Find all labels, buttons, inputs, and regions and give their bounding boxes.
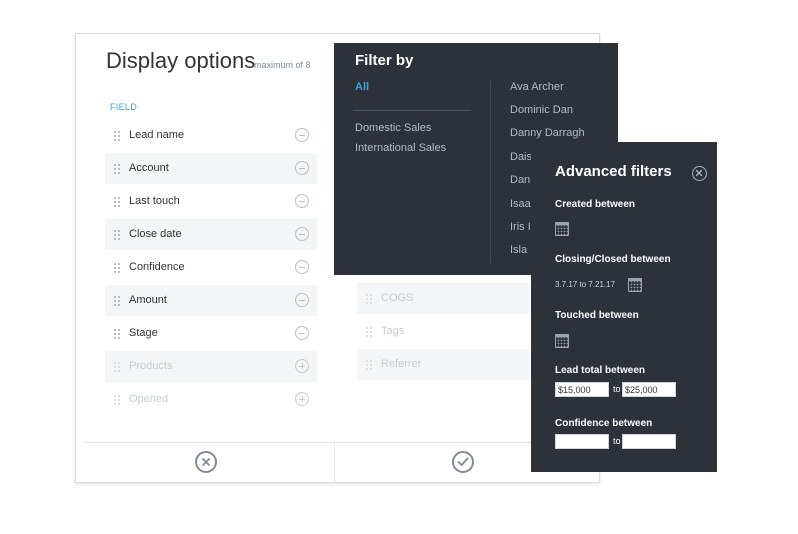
filter-option-all[interactable]: All (355, 81, 369, 93)
field-label: Stage (129, 327, 158, 339)
field-row-account[interactable]: Account (105, 153, 317, 184)
field-row-close-date[interactable]: Close date (105, 219, 317, 250)
field-label: Last touch (129, 195, 180, 207)
remove-icon[interactable] (295, 194, 309, 208)
filter-person[interactable]: Dais (510, 151, 532, 163)
panel-subtitle: maximum of 8 (254, 60, 311, 70)
field-label: Close date (129, 228, 182, 240)
cancel-button[interactable] (195, 451, 217, 473)
filter-person[interactable]: Danny Darragh (510, 127, 585, 139)
field-row-confidence[interactable]: Confidence (105, 252, 317, 283)
drag-handle-icon[interactable] (113, 229, 121, 241)
drag-handle-icon[interactable] (113, 328, 121, 340)
drag-handle-icon[interactable] (365, 293, 373, 305)
drag-handle-icon[interactable] (113, 196, 121, 208)
advanced-filters-panel: Advanced filters Created between Closing… (531, 142, 717, 472)
drag-handle-icon[interactable] (365, 326, 373, 338)
drag-handle-icon[interactable] (113, 361, 121, 373)
field-label: Referrer (381, 358, 422, 370)
drag-handle-icon[interactable] (113, 163, 121, 175)
field-label: Amount (129, 294, 167, 306)
filter-person[interactable]: Dominic Dan (510, 104, 573, 116)
to-label: to (613, 436, 621, 446)
filter-group-international[interactable]: International Sales (355, 142, 446, 154)
filter-column-divider (490, 81, 491, 263)
footer-vertical-divider (334, 444, 335, 482)
calendar-icon[interactable] (628, 278, 642, 292)
field-label: COGS (381, 292, 414, 304)
closing-range-value[interactable]: 3.7.17 to 7.21.17 (555, 280, 615, 289)
remove-icon[interactable] (295, 227, 309, 241)
confirm-button[interactable] (452, 451, 474, 473)
filter-person[interactable]: Isla (510, 244, 527, 256)
drag-handle-icon[interactable] (113, 262, 121, 274)
remove-icon[interactable] (295, 260, 309, 274)
filter-person[interactable]: Ava Archer (510, 81, 564, 93)
to-label: to (613, 384, 621, 394)
available-field-tags[interactable]: Tags (357, 316, 529, 347)
calendar-icon[interactable] (555, 334, 569, 348)
filter-person[interactable]: Isaa (510, 198, 531, 210)
filter-group-domestic[interactable]: Domestic Sales (355, 122, 431, 134)
field-row-last-touch[interactable]: Last touch (105, 186, 317, 217)
checkmark-icon (457, 457, 469, 466)
field-row-products[interactable]: Products (105, 351, 317, 382)
field-label: Products (129, 360, 173, 372)
drag-handle-icon[interactable] (365, 359, 373, 371)
remove-icon[interactable] (295, 293, 309, 307)
close-glyph-icon (695, 169, 703, 177)
created-between-label: Created between (555, 199, 636, 210)
close-icon (202, 458, 210, 466)
filter-separator (353, 110, 471, 111)
filter-title: Filter by (355, 52, 414, 69)
field-row-opened[interactable]: Opened (105, 384, 317, 415)
field-label: Account (129, 162, 169, 174)
close-icon[interactable] (692, 166, 707, 181)
lead-total-max-input[interactable] (622, 382, 676, 397)
remove-icon[interactable] (295, 128, 309, 142)
drag-handle-icon[interactable] (113, 295, 121, 307)
field-label: Opened (129, 393, 169, 405)
remove-icon[interactable] (295, 161, 309, 175)
available-field-referrer[interactable]: Referrer (357, 349, 529, 380)
filter-person[interactable]: Dan (510, 174, 530, 186)
lead-total-min-input[interactable] (555, 382, 609, 397)
filter-person[interactable]: Iris I (510, 221, 531, 233)
panel-title: Display options (106, 48, 256, 73)
confidence-max-input[interactable] (622, 434, 676, 449)
add-icon[interactable] (295, 359, 309, 373)
remove-icon[interactable] (295, 326, 309, 340)
field-label: Confidence (129, 261, 185, 273)
field-column-header: FIELD (110, 102, 138, 112)
drag-handle-icon[interactable] (113, 130, 121, 142)
closing-between-label: Closing/Closed between (555, 254, 671, 265)
add-icon[interactable] (295, 392, 309, 406)
field-row-amount[interactable]: Amount (105, 285, 317, 316)
lead-total-label: Lead total between (555, 365, 646, 376)
touched-between-label: Touched between (555, 310, 639, 321)
footer-divider (84, 442, 599, 443)
advanced-filters-title: Advanced filters (555, 163, 672, 180)
confidence-between-label: Confidence between (555, 418, 653, 429)
field-label: Tags (381, 325, 405, 337)
available-field-cogs[interactable]: COGS (357, 283, 529, 314)
confidence-min-input[interactable] (555, 434, 609, 449)
field-label: Lead name (129, 129, 185, 141)
drag-handle-icon[interactable] (113, 394, 121, 406)
field-row-stage[interactable]: Stage (105, 318, 317, 349)
calendar-icon[interactable] (555, 222, 569, 236)
field-row-lead-name[interactable]: Lead name (105, 120, 317, 151)
